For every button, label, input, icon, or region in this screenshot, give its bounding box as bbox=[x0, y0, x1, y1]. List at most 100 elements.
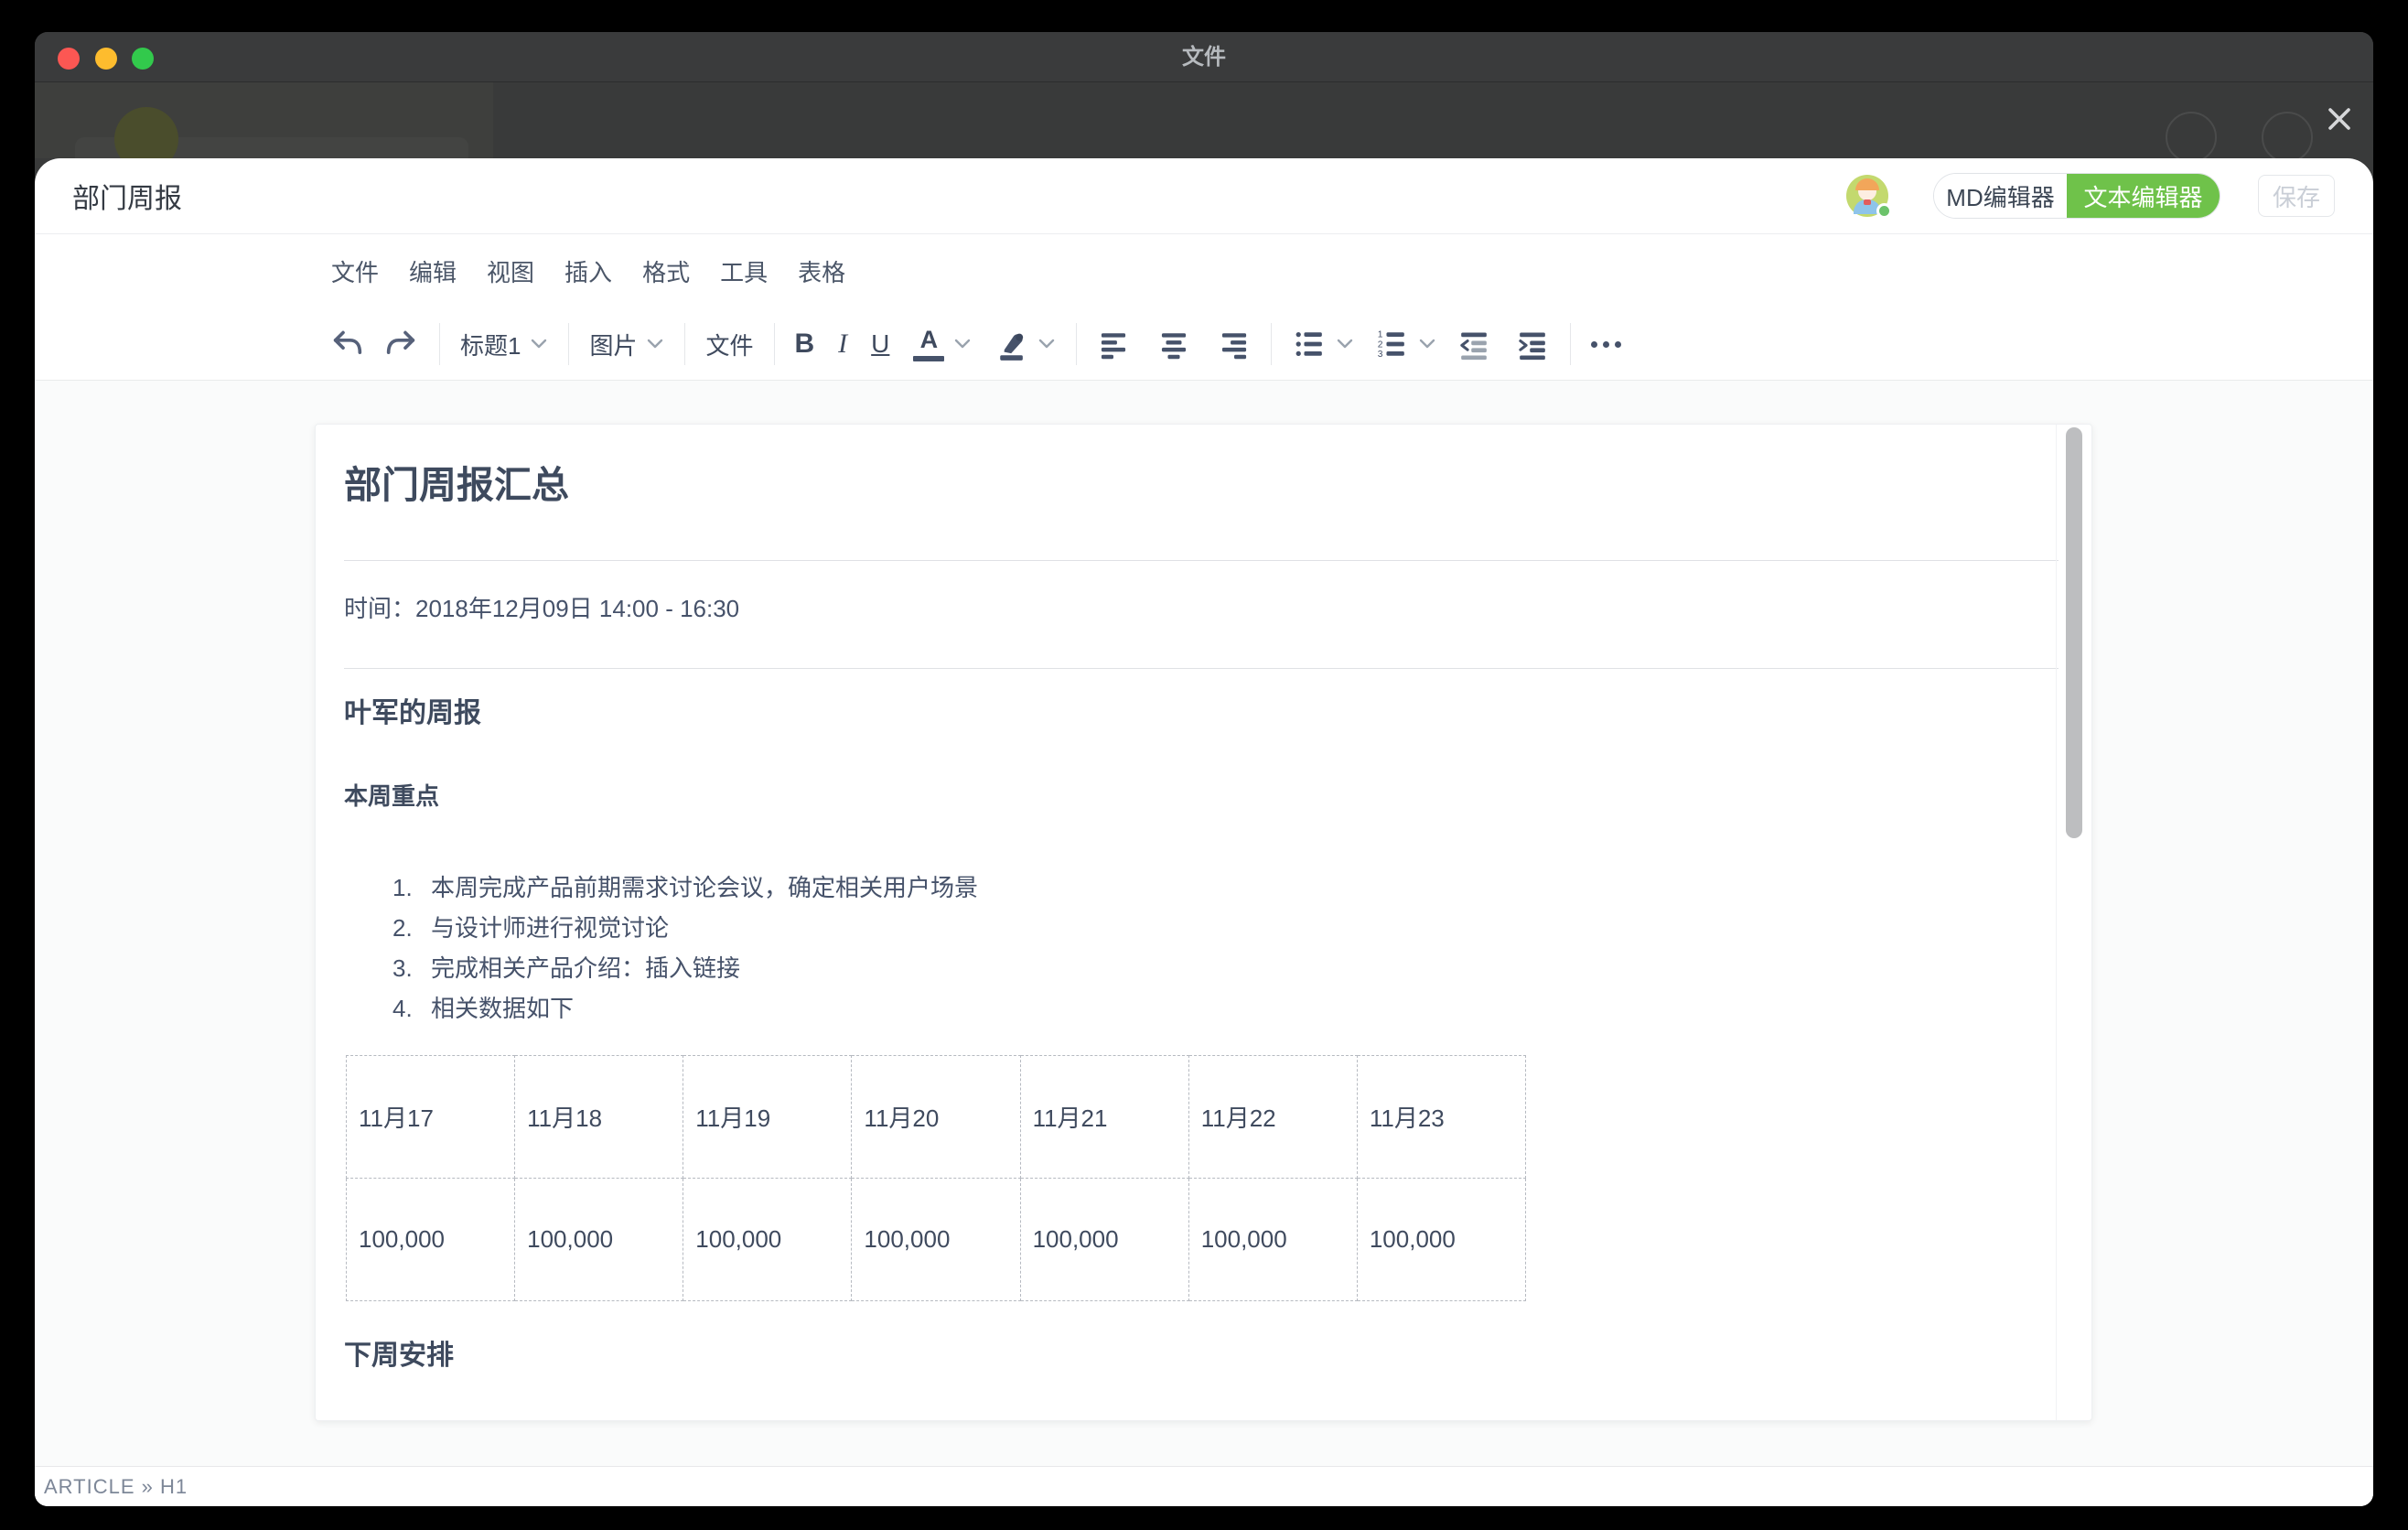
heading-style-label: 标题1 bbox=[460, 328, 521, 361]
toolbar-separator bbox=[439, 323, 440, 365]
undo-button[interactable] bbox=[329, 324, 366, 364]
menu-item-0[interactable]: 文件 bbox=[331, 254, 379, 288]
text-editor-tab[interactable]: 文本编辑器 bbox=[2067, 174, 2220, 218]
toolbar-separator bbox=[774, 323, 775, 365]
svg-text:1: 1 bbox=[1378, 330, 1383, 340]
list-item-text: 与设计师进行视觉讨论 bbox=[431, 911, 669, 944]
chevron-down-icon bbox=[530, 338, 548, 350]
undo-icon bbox=[329, 326, 366, 362]
document-canvas[interactable]: 部门周报汇总 时间：2018年12月09日 14:00 - 16:30 叶军的周… bbox=[315, 424, 2092, 1421]
doc-meta-line: 时间：2018年12月09日 14:00 - 16:30 bbox=[344, 592, 739, 625]
table-header-cell[interactable]: 11月21 bbox=[1020, 1056, 1188, 1179]
table-header-cell[interactable]: 11月22 bbox=[1188, 1056, 1357, 1179]
underline-button[interactable]: U bbox=[871, 324, 889, 364]
image-insert-dropdown[interactable]: 图片 bbox=[589, 324, 664, 364]
document-scrollbar-track[interactable] bbox=[2056, 425, 2091, 1420]
table-cell[interactable]: 100,000 bbox=[1188, 1179, 1357, 1301]
menu-item-3[interactable]: 插入 bbox=[564, 254, 612, 288]
list-item: 3.完成相关产品介绍：插入链接 bbox=[392, 952, 978, 985]
file-insert-label: 文件 bbox=[705, 328, 753, 361]
table-cell[interactable]: 100,000 bbox=[515, 1179, 683, 1301]
bullet-list-dropdown[interactable] bbox=[1292, 324, 1354, 364]
table-cell[interactable]: 100,000 bbox=[852, 1179, 1020, 1301]
indent-icon bbox=[1515, 328, 1550, 361]
table-header-cell[interactable]: 11月19 bbox=[683, 1056, 852, 1179]
list-item-number: 4. bbox=[392, 992, 431, 1025]
save-button[interactable]: 保存 bbox=[2258, 175, 2335, 217]
svg-text:2: 2 bbox=[1378, 339, 1383, 350]
bold-button[interactable]: B bbox=[795, 324, 815, 364]
align-center-icon bbox=[1157, 329, 1190, 360]
list-item: 2.与设计师进行视觉讨论 bbox=[392, 911, 978, 944]
numbered-list-dropdown[interactable]: 1 2 3 bbox=[1374, 324, 1436, 364]
align-center-button[interactable] bbox=[1157, 324, 1190, 364]
modal-header: 部门周报 MD编辑器 文本编辑器 保存 bbox=[35, 158, 2373, 233]
align-right-button[interactable] bbox=[1218, 324, 1251, 364]
list-item: 1.本周完成产品前期需求讨论会议，确定相关用户场景 bbox=[392, 871, 978, 904]
window-titlebar: 文件 bbox=[35, 32, 2373, 82]
table-row: 11月1711月1811月1911月2011月2111月2211月23 bbox=[347, 1056, 1526, 1179]
font-color-dropdown[interactable]: A bbox=[913, 324, 972, 364]
modal-close-button[interactable] bbox=[2324, 103, 2355, 135]
toolbar-separator bbox=[1271, 323, 1272, 365]
numbered-list-icon: 1 2 3 bbox=[1374, 328, 1409, 361]
user-avatar[interactable] bbox=[1846, 175, 1888, 217]
align-left-button[interactable] bbox=[1097, 324, 1130, 364]
editor-body: 部门周报汇总 时间：2018年12月09日 14:00 - 16:30 叶军的周… bbox=[35, 381, 2373, 1466]
toolbar-separator bbox=[684, 323, 685, 365]
table-header-cell[interactable]: 11月18 bbox=[515, 1056, 683, 1179]
redo-button[interactable] bbox=[382, 324, 419, 364]
menu-item-2[interactable]: 视图 bbox=[487, 254, 534, 288]
list-item-text: 相关数据如下 bbox=[431, 992, 574, 1025]
table-cell[interactable]: 100,000 bbox=[683, 1179, 852, 1301]
table-cell[interactable]: 100,000 bbox=[347, 1179, 515, 1301]
list-item-text: 本周完成产品前期需求讨论会议，确定相关用户场景 bbox=[431, 871, 978, 904]
align-right-icon bbox=[1218, 329, 1251, 360]
italic-button[interactable]: I bbox=[838, 324, 847, 364]
outdent-icon bbox=[1457, 328, 1491, 361]
ellipsis-icon bbox=[1591, 341, 1621, 348]
chevron-down-icon bbox=[1037, 338, 1056, 350]
list-item-number: 2. bbox=[392, 911, 431, 944]
chevron-down-icon bbox=[1336, 338, 1354, 350]
window-title: 文件 bbox=[35, 32, 2373, 82]
menu-item-5[interactable]: 工具 bbox=[720, 254, 768, 288]
editor-menubar: 文件编辑视图插入格式工具表格 bbox=[35, 234, 2373, 308]
toolbar-separator bbox=[568, 323, 569, 365]
list-item-number: 1. bbox=[392, 871, 431, 904]
menu-item-4[interactable]: 格式 bbox=[642, 254, 690, 288]
table-header-cell[interactable]: 11月23 bbox=[1357, 1056, 1525, 1179]
table-header-cell[interactable]: 11月20 bbox=[852, 1056, 1020, 1179]
avatar-bowtie bbox=[1864, 199, 1871, 205]
doc-ordered-list: 1.本周完成产品前期需求讨论会议，确定相关用户场景2.与设计师进行视觉讨论3.完… bbox=[392, 871, 978, 1032]
table-header-cell[interactable]: 11月17 bbox=[347, 1056, 515, 1179]
dimmed-background-app bbox=[35, 82, 2373, 158]
more-tools-button[interactable] bbox=[1591, 324, 1621, 364]
md-editor-tab[interactable]: MD编辑器 bbox=[1934, 174, 2067, 218]
list-item-text: 完成相关产品介绍：插入链接 bbox=[431, 952, 740, 985]
outdent-button[interactable] bbox=[1457, 324, 1491, 364]
underline-icon: U bbox=[871, 329, 889, 359]
menu-item-1[interactable]: 编辑 bbox=[409, 254, 457, 288]
horizontal-rule bbox=[344, 668, 2059, 669]
highlight-color-dropdown[interactable] bbox=[992, 324, 1056, 364]
menu-item-6[interactable]: 表格 bbox=[798, 254, 845, 288]
background-circle-button bbox=[2262, 112, 2313, 158]
file-insert-button[interactable]: 文件 bbox=[705, 324, 753, 364]
toolbar-separator bbox=[1076, 323, 1077, 365]
indent-button[interactable] bbox=[1515, 324, 1550, 364]
document-scrollbar-thumb[interactable] bbox=[2066, 427, 2082, 838]
list-item-number: 3. bbox=[392, 952, 431, 985]
heading-style-dropdown[interactable]: 标题1 bbox=[460, 324, 548, 364]
bullet-list-icon bbox=[1292, 328, 1327, 361]
toolbar-separator bbox=[1570, 323, 1571, 365]
chevron-down-icon bbox=[953, 338, 972, 350]
chevron-down-icon bbox=[1418, 338, 1436, 350]
italic-icon: I bbox=[838, 329, 847, 360]
table-cell[interactable]: 100,000 bbox=[1020, 1179, 1188, 1301]
doc-heading-1: 部门周报汇总 bbox=[344, 458, 569, 512]
screenshot-stage: 文件 部门周报 bbox=[0, 0, 2408, 1530]
horizontal-rule bbox=[344, 560, 2059, 561]
table-row: 100,000100,000100,000100,000100,000100,0… bbox=[347, 1179, 1526, 1301]
table-cell[interactable]: 100,000 bbox=[1357, 1179, 1525, 1301]
